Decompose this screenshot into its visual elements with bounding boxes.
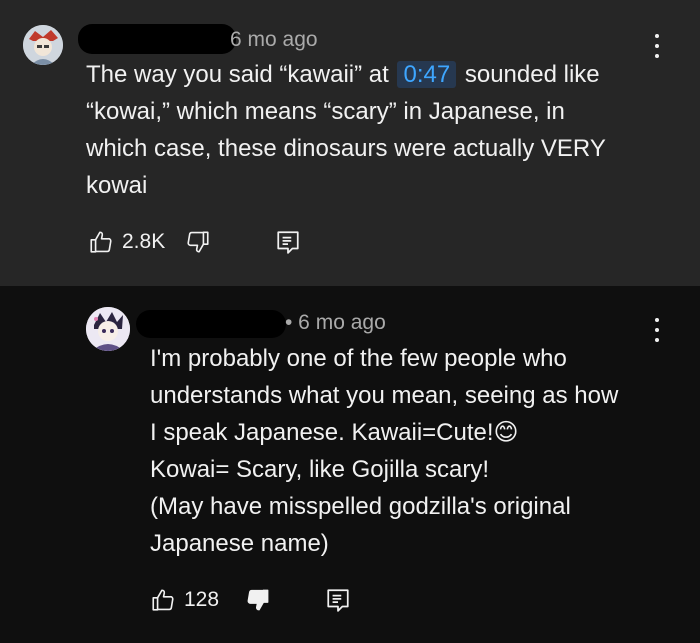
thumb-down-icon xyxy=(187,231,209,253)
redacted-author-name xyxy=(136,310,286,338)
reply-line: understands what you mean, seeing as how xyxy=(150,382,619,409)
reply-text: I'm probably one of the few people who u… xyxy=(150,340,618,562)
reply-line: Japanese name) xyxy=(150,530,329,557)
reply-actions: 128 xyxy=(150,587,351,613)
dislike-button[interactable] xyxy=(185,229,211,255)
comment-text-part: The way you said “kawaii” at xyxy=(86,61,389,88)
reply-line: (May have misspelled godzilla's original xyxy=(150,493,571,520)
reply-line: I'm probably one of the few people who xyxy=(150,345,567,372)
smile-emoji: 😊 xyxy=(493,419,519,446)
thumb-up-icon xyxy=(90,231,112,253)
redacted-author-name xyxy=(78,24,236,54)
like-count: 2.8K xyxy=(122,230,166,253)
reply-icon xyxy=(327,589,349,612)
reply-line: Kowai= Scary, like Gojilla scary! xyxy=(150,456,489,483)
reply-button[interactable] xyxy=(325,587,351,613)
comment-time: 6 mo ago xyxy=(230,28,318,51)
like-button[interactable]: 2.8K xyxy=(88,229,165,255)
thumb-up-icon xyxy=(152,589,174,611)
comment-line: which case, these dinosaurs were actuall… xyxy=(86,135,606,162)
reply-button[interactable] xyxy=(275,229,301,255)
reply-line: I speak Japanese. Kawaii=Cute! xyxy=(150,419,494,446)
comment-text: The way you said “kawaii” at 0:47 sounde… xyxy=(86,56,606,204)
like-count: 128 xyxy=(184,588,220,611)
comment-text-part: sounded like xyxy=(464,61,600,88)
reply-avatar[interactable] xyxy=(86,307,130,351)
comment-line: kowai xyxy=(86,172,148,199)
comment-actions: 2.8K xyxy=(88,229,301,255)
reply-time: • 6 mo ago xyxy=(285,311,386,334)
like-button[interactable]: 128 xyxy=(150,587,219,613)
more-vert-icon[interactable] xyxy=(647,315,667,345)
more-vert-icon[interactable] xyxy=(647,31,667,61)
commenter-avatar[interactable] xyxy=(23,25,63,65)
comment-line: “kowai,” which means “scary” in Japanese… xyxy=(86,98,565,125)
reply-icon xyxy=(277,231,299,254)
dislike-button[interactable] xyxy=(245,587,271,613)
timestamp-link[interactable]: 0:47 xyxy=(397,61,457,88)
thumb-down-filled-icon xyxy=(247,589,269,611)
